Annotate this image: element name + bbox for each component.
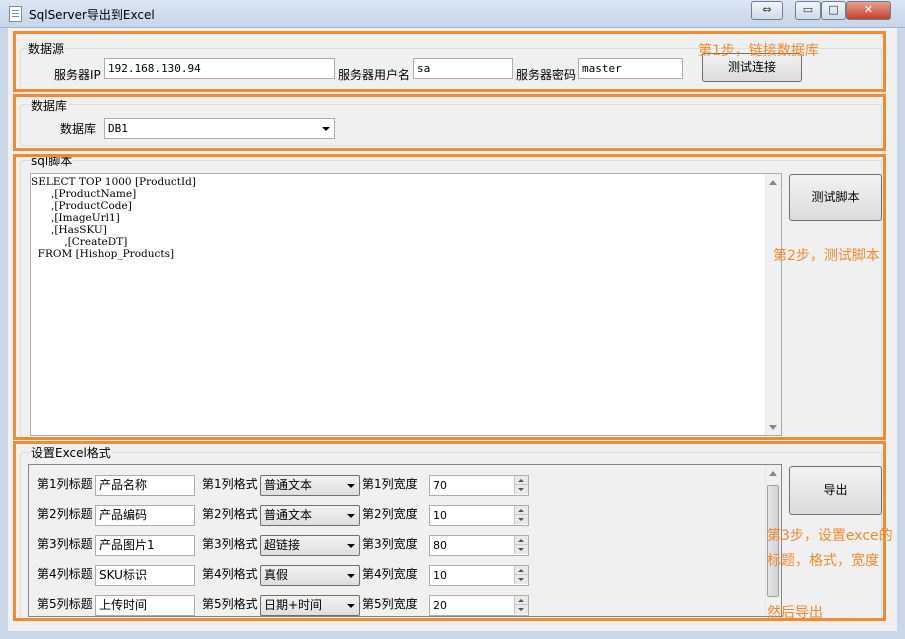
- window-frame-bottom: [0, 631, 905, 639]
- close-button[interactable]: ✕: [846, 1, 891, 20]
- step3-annotation-line3: 然后导出: [767, 605, 823, 621]
- title-bar[interactable]: SqlServer导出到Excel ⇔ ▭ □ ✕: [0, 0, 905, 28]
- step1-annotation: 第1步，链接数据库: [698, 43, 819, 59]
- step3-annotation-line1: 第3步，设置exce的: [767, 528, 893, 544]
- step2-annotation: 第2步，测试脚本: [773, 248, 880, 264]
- step3-highlight-box: [13, 441, 886, 621]
- window-frame-left: [0, 28, 8, 639]
- step3-annotation-line2: 标题，格式，宽度: [767, 553, 879, 569]
- minimize-button[interactable]: ▭: [795, 1, 821, 20]
- switch-window-button[interactable]: ⇔: [751, 1, 783, 20]
- app-document-icon: [9, 6, 22, 22]
- window-frame-right: [897, 28, 905, 639]
- maximize-button[interactable]: □: [821, 1, 846, 20]
- window-title: SqlServer导出到Excel: [29, 8, 155, 22]
- step-database-highlight-box: [13, 94, 886, 151]
- step2-highlight-box: [13, 154, 886, 440]
